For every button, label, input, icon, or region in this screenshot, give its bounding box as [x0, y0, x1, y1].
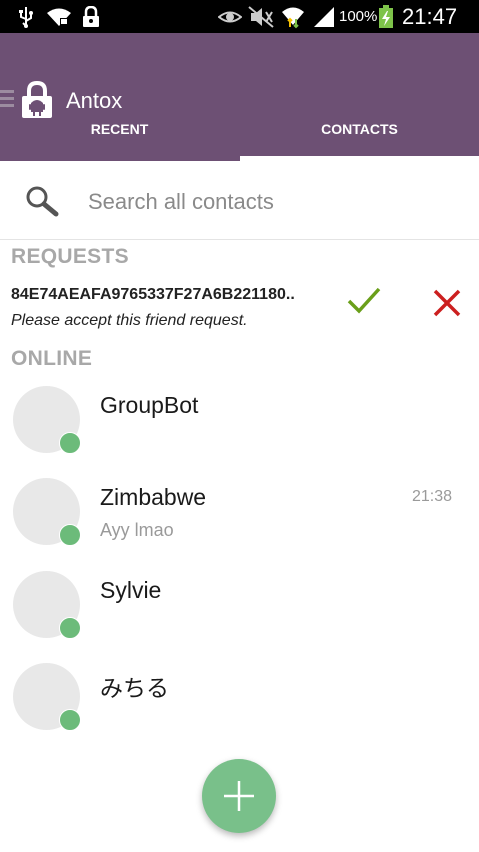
tab-recent[interactable]: RECENT [0, 112, 239, 160]
online-status-dot [59, 432, 81, 454]
reject-request-button[interactable] [432, 289, 462, 317]
contact-name: Zimbabwe [100, 484, 207, 510]
contact-item[interactable]: Zimbabwe Ayy lmao 21:38 [0, 478, 479, 570]
wifi-locked-icon [46, 0, 72, 33]
contact-name: GroupBot [100, 392, 199, 418]
usb-icon [18, 0, 34, 33]
mute-icon [247, 0, 275, 33]
add-contact-button[interactable] [202, 759, 276, 833]
requests-header: REQUESTS [11, 245, 129, 268]
accept-request-button[interactable] [346, 286, 382, 318]
close-icon [433, 289, 461, 317]
eye-icon [218, 0, 242, 33]
request-message: Please accept this friend request. [11, 312, 248, 329]
contact-item[interactable]: みちる [0, 663, 479, 755]
add-icon [224, 781, 254, 811]
online-header: ONLINE [11, 347, 93, 370]
search-bar [0, 161, 479, 239]
online-status-dot [59, 709, 81, 731]
online-status-dot [59, 524, 81, 546]
contact-item[interactable]: Sylvie [0, 571, 479, 663]
menu-icon[interactable] [0, 90, 14, 110]
contact-name: Sylvie [100, 577, 162, 603]
clock: 21:47 [402, 3, 458, 29]
contact-last-message: Ayy lmao [100, 520, 174, 540]
lock-icon [81, 0, 101, 33]
contact-time: 21:38 [411, 488, 452, 505]
divider [0, 239, 479, 240]
status-bar: 100% 21:47 [0, 0, 479, 33]
signal-icon [312, 0, 336, 33]
tab-contacts[interactable]: CONTACTS [240, 112, 479, 160]
battery-charging-icon [378, 0, 394, 33]
contact-name: みちる [100, 676, 169, 702]
battery-percent: 100% [339, 8, 378, 25]
checkmark-icon [347, 287, 381, 314]
search-input[interactable] [88, 187, 448, 217]
search-icon[interactable] [25, 185, 59, 222]
contact-item[interactable]: GroupBot [0, 386, 479, 478]
online-status-dot [59, 617, 81, 639]
request-key[interactable]: 84E74AEAFA9765337F27A6B221180.. [11, 286, 341, 304]
app-title: Antox [66, 88, 123, 113]
wifi-icon [281, 0, 305, 33]
